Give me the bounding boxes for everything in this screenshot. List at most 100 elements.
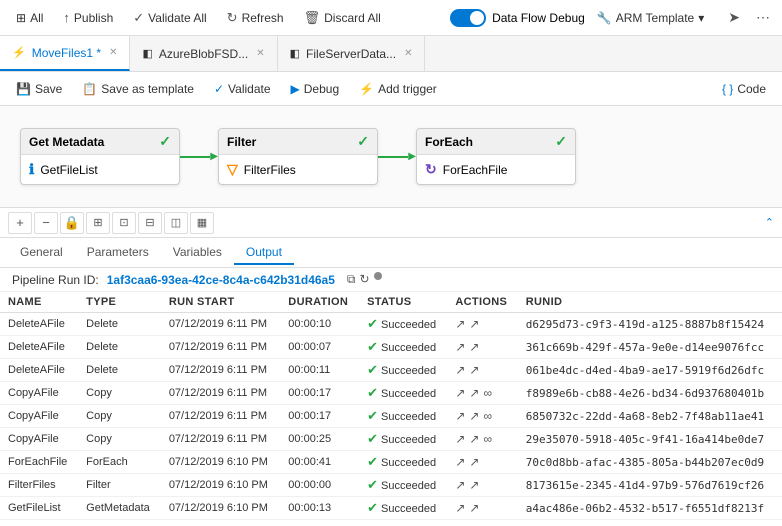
cell-name: DeleteAFile bbox=[0, 336, 78, 359]
add-trigger-button[interactable]: ⚡ Add trigger bbox=[351, 78, 445, 100]
save-as-template-button[interactable]: 📋 Save as template bbox=[74, 78, 202, 100]
input-action-icon[interactable]: ↗ bbox=[455, 317, 465, 331]
azureblob-tab-close[interactable]: ✕ bbox=[256, 48, 264, 59]
data-flow-debug-toggle[interactable] bbox=[450, 9, 486, 27]
output-action-icon[interactable]: ↗ bbox=[469, 478, 479, 492]
tab-general[interactable]: General bbox=[8, 241, 75, 265]
cell-actions[interactable]: ↗↗ bbox=[447, 313, 517, 336]
zoom-grid-button[interactable]: ▦ bbox=[190, 212, 214, 234]
output-action-icon[interactable]: ↗ bbox=[469, 432, 479, 446]
input-action-icon[interactable]: ↗ bbox=[455, 363, 465, 377]
azureblob-tab-label: AzureBlobFSD... bbox=[159, 47, 248, 61]
rerun-icon[interactable]: ↻ bbox=[359, 272, 369, 287]
more-icon[interactable]: ⋯ bbox=[752, 7, 774, 28]
input-action-icon[interactable]: ↗ bbox=[455, 455, 465, 469]
output-action-icon[interactable]: ↗ bbox=[469, 340, 479, 354]
input-action-icon[interactable]: ↗ bbox=[455, 432, 465, 446]
debug-button[interactable]: ▶ Debug bbox=[283, 78, 348, 100]
validate-all-button[interactable]: ✓ Validate All bbox=[125, 6, 214, 30]
cell-actions[interactable]: ↗↗ bbox=[447, 497, 517, 520]
code-button[interactable]: { } Code bbox=[714, 78, 774, 100]
cell-run-start: 07/12/2019 6:11 PM bbox=[161, 336, 280, 359]
discard-all-button[interactable]: 🗑 Discard All bbox=[296, 6, 389, 30]
output-action-icon[interactable]: ↗ bbox=[469, 386, 479, 400]
cell-name: DeleteAFile bbox=[0, 359, 78, 382]
zoom-add-button[interactable]: + bbox=[8, 212, 32, 234]
zoom-minus-button[interactable]: − bbox=[34, 212, 58, 234]
zoom-sel2-button[interactable]: ⊟ bbox=[138, 212, 162, 234]
link-action-icon[interactable]: ∞ bbox=[483, 386, 492, 400]
cell-actions[interactable]: ↗↗ bbox=[447, 451, 517, 474]
cell-duration: 00:00:11 bbox=[280, 359, 359, 382]
get-metadata-node[interactable]: Get Metadata ✓ ℹ GetFileList bbox=[20, 128, 180, 185]
input-action-icon[interactable]: ↗ bbox=[455, 478, 465, 492]
cell-actions[interactable]: ↗↗ bbox=[447, 359, 517, 382]
info-icons: ⧉ ↻ bbox=[347, 272, 382, 287]
arm-template-button[interactable]: 🔧 ARM Template ▾ bbox=[589, 7, 712, 29]
validate-button[interactable]: ✓ Validate bbox=[206, 78, 279, 100]
input-action-icon[interactable]: ↗ bbox=[455, 340, 465, 354]
output-action-icon[interactable]: ↗ bbox=[469, 409, 479, 423]
cell-type: GetMetadata bbox=[78, 497, 161, 520]
succeeded-icon: ✔ bbox=[367, 339, 378, 354]
cell-actions[interactable]: ↗↗ bbox=[447, 336, 517, 359]
link-action-icon[interactable]: ∞ bbox=[483, 409, 492, 423]
refresh-button[interactable]: ↻ Refresh bbox=[219, 6, 292, 30]
output-action-icon[interactable]: ↗ bbox=[469, 317, 479, 331]
publish-button[interactable]: ↑ Publish bbox=[55, 6, 121, 29]
cell-actions[interactable]: ↗ ↗ ∞ bbox=[447, 382, 517, 405]
fit-screen-button[interactable]: ⊞ bbox=[86, 212, 110, 234]
cell-actions[interactable]: ↗ ↗ ∞ bbox=[447, 405, 517, 428]
tab-variables[interactable]: Variables bbox=[161, 241, 234, 265]
azureblob-tab-icon: ◧ bbox=[142, 47, 152, 60]
cell-actions[interactable]: ↗↗ bbox=[447, 474, 517, 497]
save-button[interactable]: 💾 Save bbox=[8, 78, 70, 100]
tab-movefile[interactable]: ⚡ MoveFiles1 * ✕ bbox=[0, 36, 130, 71]
arrow-2 bbox=[378, 156, 416, 158]
foreach-title: ForEach bbox=[425, 135, 473, 149]
input-action-icon[interactable]: ↗ bbox=[455, 409, 465, 423]
output-action-icon[interactable]: ↗ bbox=[469, 363, 479, 377]
cell-type: Filter bbox=[78, 474, 161, 497]
foreach-node[interactable]: ForEach ✓ ↻ ForEachFile bbox=[416, 128, 576, 185]
save-icon: 💾 bbox=[16, 82, 31, 96]
cell-status: ✔ Succeeded bbox=[359, 382, 447, 405]
movefile-tab-close[interactable]: ✕ bbox=[109, 47, 117, 58]
cell-run-start: 07/12/2019 6:11 PM bbox=[161, 313, 280, 336]
secondary-toolbar: 💾 Save 📋 Save as template ✓ Validate ▶ D… bbox=[0, 72, 782, 106]
send-icon[interactable]: ➤ bbox=[724, 7, 744, 28]
cell-runid: d6295d73-c9f3-419d-a125-8887b8f15424 bbox=[518, 313, 782, 336]
tab-bar: ⚡ MoveFiles1 * ✕ ◧ AzureBlobFSD... ✕ ◧ F… bbox=[0, 36, 782, 72]
output-action-icon[interactable]: ↗ bbox=[469, 501, 479, 515]
col-duration: DURATION bbox=[280, 292, 359, 313]
table-row: DeleteAFile Delete 07/12/2019 6:11 PM 00… bbox=[0, 336, 782, 359]
input-action-icon[interactable]: ↗ bbox=[455, 501, 465, 515]
output-action-icon[interactable]: ↗ bbox=[469, 455, 479, 469]
fileserver-tab-close[interactable]: ✕ bbox=[404, 48, 412, 59]
filter-node[interactable]: Filter ✓ ▽ FilterFiles bbox=[218, 128, 378, 185]
get-metadata-label: GetFileList bbox=[40, 163, 97, 177]
validate-all-icon: ✓ bbox=[133, 10, 144, 26]
fit-lock-button[interactable]: 🔒 bbox=[60, 212, 84, 234]
run-table-scroll[interactable]: NAME TYPE RUN START DURATION STATUS ACTI… bbox=[0, 292, 782, 526]
input-action-icon[interactable]: ↗ bbox=[455, 386, 465, 400]
zoom-sel3-button[interactable]: ◫ bbox=[164, 212, 188, 234]
tab-azureblob[interactable]: ◧ AzureBlobFSD... ✕ bbox=[130, 36, 277, 71]
cell-run-start: 07/12/2019 6:10 PM bbox=[161, 497, 280, 520]
table-row: CopyAFile Copy 07/12/2019 6:11 PM 00:00:… bbox=[0, 382, 782, 405]
all-button[interactable]: ⊞ All bbox=[8, 7, 51, 29]
zoom-sel1-button[interactable]: ⊡ bbox=[112, 212, 136, 234]
refresh-icon: ↻ bbox=[227, 10, 238, 26]
cell-type: Delete bbox=[78, 359, 161, 382]
cell-runid: 361c669b-429f-457a-9e0e-d14ee9076fcc bbox=[518, 336, 782, 359]
table-row: FilterFiles Filter 07/12/2019 6:10 PM 00… bbox=[0, 474, 782, 497]
expand-icon[interactable]: ⌃ bbox=[765, 216, 774, 229]
tab-fileserver[interactable]: ◧ FileServerData... ✕ bbox=[278, 36, 426, 71]
link-action-icon[interactable]: ∞ bbox=[483, 432, 492, 446]
copy-icon[interactable]: ⧉ bbox=[347, 272, 356, 287]
table-row: CopyAFile Copy 07/12/2019 6:11 PM 00:00:… bbox=[0, 405, 782, 428]
tab-parameters[interactable]: Parameters bbox=[75, 241, 161, 265]
foreach-icon: ↻ bbox=[425, 161, 437, 178]
cell-actions[interactable]: ↗ ↗ ∞ bbox=[447, 428, 517, 451]
tab-output[interactable]: Output bbox=[234, 241, 294, 265]
